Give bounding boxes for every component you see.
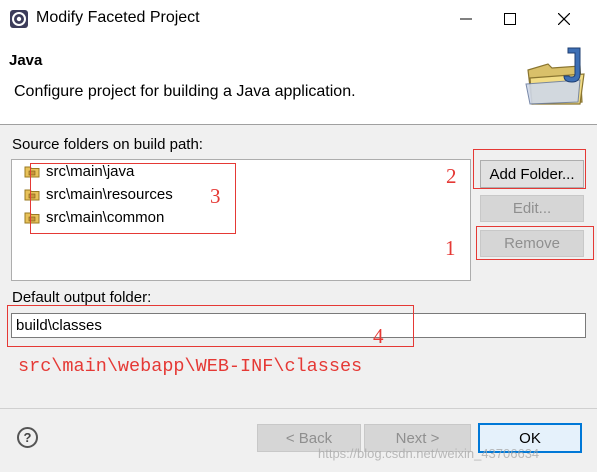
annotation-path-note: src\main\webapp\WEB-INF\classes [18,356,363,377]
page-description: Configure project for building a Java ap… [14,83,356,100]
edit-button[interactable]: Edit... [480,195,584,222]
annotation-number: 1 [445,236,456,260]
help-icon[interactable]: ? [17,427,38,448]
page-header: Java Configure project for building a Ja… [0,38,597,124]
annotation-number: 3 [210,184,221,208]
maximize-button[interactable] [487,0,533,38]
minimize-icon [460,18,472,20]
page-title: Java [9,52,43,69]
annotation-box-output-folder [7,305,414,347]
title-bar: Modify Faceted Project [0,0,597,38]
annotation-number: 2 [446,164,457,188]
annotation-box-source-folders [30,163,236,234]
minimize-button[interactable] [443,0,489,38]
window-title: Modify Faceted Project [36,9,200,26]
maximize-icon [504,13,516,25]
watermark-text: https://blog.csdn.net/weixin_43706634 [318,446,540,461]
close-button[interactable] [541,0,587,38]
annotation-box-remove [476,226,594,260]
java-folder-banner-icon [525,47,585,105]
output-folder-label: Default output folder: [12,289,152,306]
annotation-number: 4 [373,324,384,348]
annotation-box-add-folder [473,149,586,189]
eclipse-app-icon [10,10,28,28]
close-icon [558,13,570,25]
source-folders-label: Source folders on build path: [12,136,203,153]
